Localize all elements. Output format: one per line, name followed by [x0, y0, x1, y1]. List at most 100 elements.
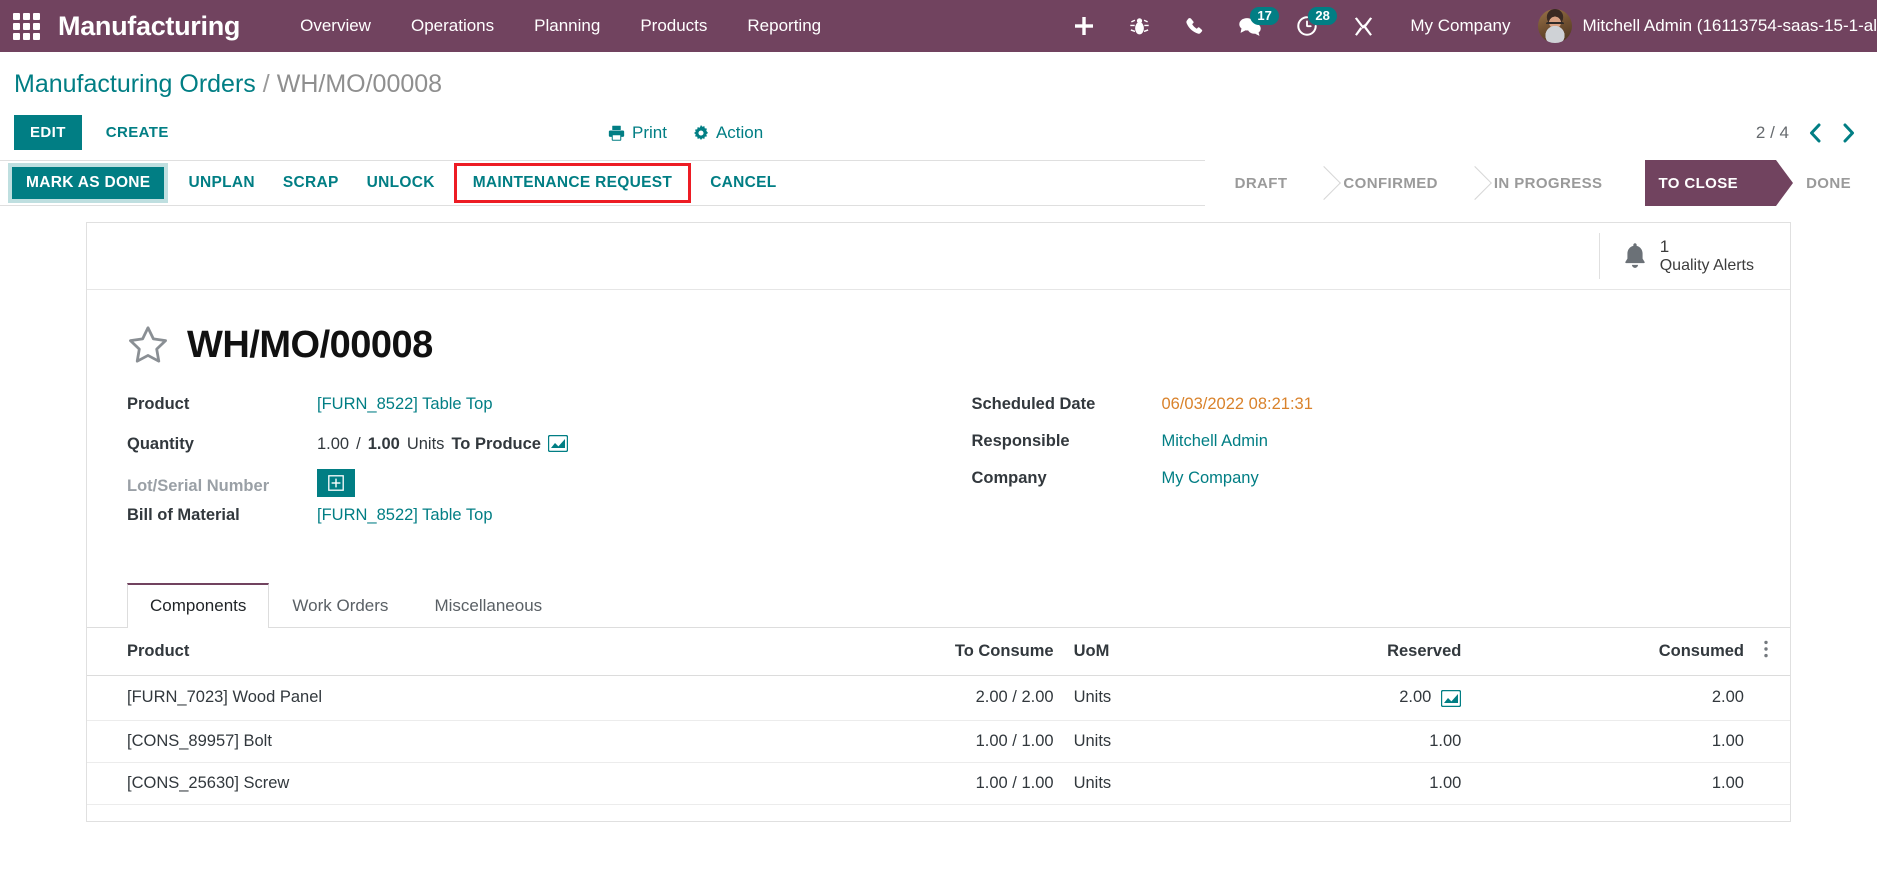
- mark-as-done-button[interactable]: MARK AS DONE: [12, 167, 165, 199]
- quality-alerts-stat-button[interactable]: 1 Quality Alerts: [1598, 233, 1778, 279]
- menu-item-reporting[interactable]: Reporting: [727, 0, 841, 52]
- cell-consumed: 1.00: [1471, 762, 1754, 805]
- table-row[interactable]: [FURN_7023] Wood Panel 2.00 / 2.00 Units…: [87, 675, 1790, 721]
- field-product-label: Product: [127, 394, 190, 413]
- field-quantity-separator: /: [356, 434, 361, 453]
- form-column-left: Product [FURN_8522] Table Top Quantity 1…: [127, 395, 939, 543]
- user-name-label: Mitchell Admin (16113754-saas-15-1-al: [1582, 16, 1877, 35]
- cell-product: [CONS_89957] Bolt: [87, 720, 745, 763]
- form-fields: Product [FURN_8522] Table Top Quantity 1…: [87, 395, 1790, 567]
- scrap-button[interactable]: SCRAP: [269, 167, 353, 199]
- cell-reserved: 1.00: [1218, 720, 1472, 763]
- avatar: [1538, 9, 1573, 43]
- phone-icon: [1186, 18, 1203, 34]
- settings-tools-button[interactable]: [1335, 0, 1392, 52]
- cell-reserved-value: 2.00: [1399, 688, 1432, 707]
- field-responsible-value[interactable]: Mitchell Admin: [1162, 432, 1268, 451]
- cell-product: [CONS_25630] Screw: [87, 762, 745, 805]
- activities-button[interactable]: 28: [1279, 0, 1337, 52]
- breadcrumb: Manufacturing Orders / WH/MO/00008: [0, 52, 1877, 105]
- add-box-icon: [328, 475, 344, 491]
- pager-next-button[interactable]: [1841, 122, 1857, 144]
- create-button[interactable]: CREATE: [90, 115, 185, 150]
- tab-work-orders[interactable]: Work Orders: [269, 583, 411, 628]
- cell-consumed: 2.00: [1471, 675, 1754, 721]
- edit-button[interactable]: EDIT: [14, 115, 82, 150]
- user-menu[interactable]: Mitchell Admin (16113754-saas-15-1-al: [1528, 9, 1877, 43]
- field-company-value[interactable]: My Company: [1162, 469, 1259, 488]
- field-product-value[interactable]: [FURN_8522] Table Top: [317, 395, 493, 414]
- field-company-label: Company: [971, 468, 1047, 487]
- column-to-consume: To Consume: [744, 627, 1064, 676]
- company-switcher[interactable]: My Company: [1392, 16, 1528, 36]
- plus-icon: [1075, 17, 1094, 35]
- action-menu-button[interactable]: Action: [693, 123, 763, 143]
- debug-button[interactable]: [1112, 0, 1167, 52]
- stat-button-box: 1 Quality Alerts: [87, 223, 1790, 290]
- pager-count: 2 / 4: [1755, 122, 1789, 142]
- field-product: Product [FURN_8522] Table Top: [127, 395, 939, 430]
- field-responsible: Responsible Mitchell Admin: [972, 432, 1751, 467]
- app-brand-title[interactable]: Manufacturing: [52, 11, 244, 42]
- row-options-cell: [1754, 675, 1790, 721]
- unlock-button[interactable]: UNLOCK: [353, 167, 449, 199]
- cell-reserved: 2.00: [1218, 675, 1472, 721]
- field-bom-label: Bill of Material: [127, 505, 240, 524]
- field-lot-serial-number: Lot/Serial Number: [127, 468, 939, 504]
- table-row[interactable]: [CONS_89957] Bolt 1.00 / 1.00 Units 1.00…: [87, 720, 1790, 763]
- breadcrumb-root-link[interactable]: Manufacturing Orders: [14, 70, 256, 99]
- bar-chart-icon[interactable]: [1441, 689, 1462, 712]
- pager-previous-button[interactable]: [1807, 122, 1823, 144]
- apps-grid-icon: [12, 12, 40, 40]
- column-reserved: Reserved: [1218, 627, 1472, 676]
- add-lot-serial-button[interactable]: [317, 468, 355, 497]
- favorite-star-icon[interactable]: [127, 325, 169, 365]
- stage-in-progress[interactable]: IN PROGRESS: [1463, 160, 1629, 206]
- maintenance-request-button[interactable]: MAINTENANCE REQUEST: [453, 163, 692, 203]
- row-options-cell: [1754, 762, 1790, 805]
- cancel-button[interactable]: CANCEL: [696, 167, 790, 199]
- page-title: WH/MO/00008: [187, 323, 433, 366]
- table-row[interactable]: [CONS_25630] Screw 1.00 / 1.00 Units 1.0…: [87, 762, 1790, 805]
- apps-menu-button[interactable]: [0, 0, 52, 52]
- field-scheduled-date-label: Scheduled Date: [971, 394, 1096, 413]
- navbar-systray: 17 28 My Company Mitchell Admin (1611375…: [1056, 0, 1877, 52]
- cell-to-consume: 1.00 / 1.00: [744, 720, 1064, 763]
- unplan-button[interactable]: UNPLAN: [174, 167, 268, 199]
- tab-components[interactable]: Components: [127, 582, 270, 628]
- messaging-button[interactable]: 17: [1221, 0, 1279, 52]
- top-navbar: Manufacturing Overview Operations Planni…: [0, 0, 1877, 52]
- field-lot-serial-label: Lot/Serial Number: [127, 476, 270, 495]
- cell-to-consume: 2.00 / 2.00: [744, 675, 1064, 721]
- field-quantity-done: 1.00: [317, 434, 350, 453]
- column-options-icon[interactable]: [1754, 627, 1790, 676]
- menu-item-overview[interactable]: Overview: [280, 0, 391, 52]
- cell-uom: Units: [1063, 720, 1219, 763]
- field-quantity: Quantity 1.00 / 1.00 Units To Produce: [127, 432, 939, 467]
- main-menu: Overview Operations Planning Products Re…: [280, 0, 841, 52]
- row-options-cell: [1754, 720, 1790, 763]
- quick-create-button[interactable]: [1056, 0, 1112, 52]
- field-quantity-suffix: To Produce: [451, 434, 541, 453]
- chevron-left-icon: [1810, 123, 1821, 142]
- stage-to-close[interactable]: TO CLOSE: [1628, 160, 1793, 206]
- quality-alerts-count: 1: [1659, 237, 1670, 256]
- messaging-counter-badge: 17: [1250, 7, 1279, 25]
- control-panel: EDIT CREATE Print Action 2 / 4: [0, 105, 1877, 160]
- menu-item-planning[interactable]: Planning: [514, 0, 620, 52]
- form-column-right: Scheduled Date 06/03/2022 08:21:31 Respo…: [939, 395, 1751, 543]
- menu-item-operations[interactable]: Operations: [391, 0, 514, 52]
- quality-alerts-label: Quality Alerts: [1659, 256, 1754, 274]
- field-bom-value[interactable]: [FURN_8522] Table Top: [317, 506, 493, 525]
- menu-item-products[interactable]: Products: [620, 0, 727, 52]
- bar-chart-icon[interactable]: [547, 434, 569, 457]
- stage-draft[interactable]: DRAFT: [1204, 160, 1314, 206]
- field-quantity-total: 1.00: [367, 434, 400, 453]
- print-menu-button[interactable]: Print: [608, 123, 667, 143]
- voip-phone-button[interactable]: [1167, 0, 1221, 52]
- tab-miscellaneous[interactable]: Miscellaneous: [411, 583, 565, 628]
- control-panel-dropdowns: Print Action: [608, 123, 763, 143]
- field-scheduled-date-value: 06/03/2022 08:21:31: [1161, 394, 1313, 413]
- stage-confirmed[interactable]: CONFIRMED: [1313, 160, 1464, 206]
- column-uom: UoM: [1063, 627, 1219, 676]
